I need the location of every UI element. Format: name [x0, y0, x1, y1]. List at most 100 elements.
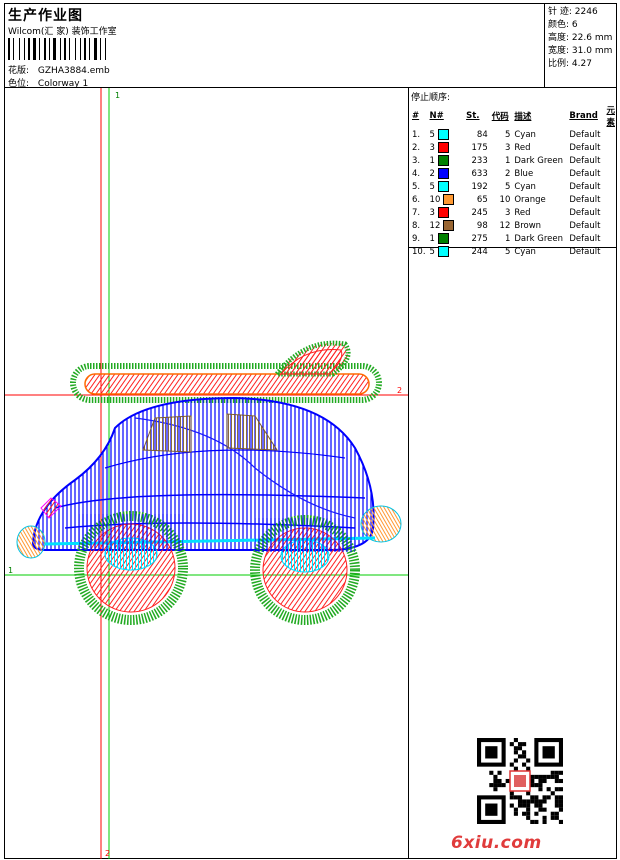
row-element	[604, 219, 617, 232]
page-title: 生产作业图	[8, 8, 83, 24]
color-swatch	[437, 129, 449, 140]
stop-sequence-title: 停止顺序:	[411, 93, 451, 103]
table-header-row: # N# St. 代码 描述 Brand 元素	[410, 104, 617, 128]
row-description: Orange	[514, 194, 546, 205]
row-needle: 3	[428, 141, 465, 154]
row-stitches: 65	[476, 194, 488, 205]
row-index: 10.	[412, 246, 426, 257]
table-row: 10. 5 244 5 Cyan Default	[410, 245, 617, 258]
row-code: 2	[504, 168, 511, 179]
table-row: 2. 3 175 3 Red Default	[410, 141, 617, 154]
color-swatch	[437, 155, 449, 166]
col-description: 描述	[514, 112, 532, 122]
col-code: 代码	[491, 112, 509, 122]
row-code: 3	[504, 207, 511, 218]
rear-wheel	[74, 511, 188, 625]
row-index: 9.	[412, 233, 421, 244]
row-stitches: 633	[471, 168, 488, 179]
design-scale: 比例: 4.27	[548, 59, 592, 69]
color-swatch	[443, 194, 455, 205]
row-index: 1.	[412, 129, 421, 140]
front-wheel	[250, 515, 360, 625]
row-stitches: 233	[471, 155, 488, 166]
stats-panel: 针 迹: 2246 颜色: 6 高度: 22.6 mm 宽度: 31.0 mm …	[545, 4, 617, 88]
row-stitches: 84	[476, 129, 488, 140]
table-row: 4. 2 633 2 Blue Default	[410, 167, 617, 180]
row-needle: 10	[428, 193, 465, 206]
row-description: Dark Green	[514, 233, 563, 244]
color-swatch	[437, 142, 449, 153]
guide-label-top: 1	[115, 91, 120, 100]
embroidery-preview: 1 2 1 2	[5, 88, 408, 859]
row-element	[604, 232, 617, 245]
barcode	[8, 38, 106, 60]
col-index: #	[412, 111, 420, 121]
color-swatch	[437, 181, 449, 192]
row-description: Red	[514, 142, 531, 153]
row-description: Cyan	[514, 181, 536, 192]
row-description: Cyan	[514, 246, 536, 257]
row-stitches: 245	[471, 207, 488, 218]
col-needle: N#	[429, 111, 444, 121]
row-code: 10	[499, 194, 511, 205]
row-brand: Default	[569, 207, 601, 218]
design-width: 宽度: 31.0 mm	[548, 46, 613, 56]
row-element	[604, 141, 617, 154]
design-canvas: 1 2 1 2	[5, 88, 409, 859]
row-index: 2.	[412, 142, 421, 153]
col-stitches: St.	[466, 111, 480, 121]
row-brand: Default	[569, 168, 601, 179]
row-element	[604, 154, 617, 167]
color-swatch	[437, 207, 449, 218]
row-brand: Default	[569, 129, 601, 140]
row-brand: Default	[569, 220, 601, 231]
row-code: 5	[504, 246, 511, 257]
roof-rack	[70, 340, 382, 403]
row-stitches: 192	[471, 181, 488, 192]
row-index: 7.	[412, 207, 421, 218]
col-element: 元素	[606, 106, 615, 128]
row-stitches: 244	[471, 246, 488, 257]
guide-label-right: 2	[397, 386, 402, 395]
row-element	[604, 193, 617, 206]
table-row: 3. 1 233 1 Dark Green Default	[410, 154, 617, 167]
row-element	[604, 245, 617, 258]
header-panel: 生产作业图 Wilcom(汇 家) 装饰工作室 花版: GZHA3884.emb…	[5, 4, 545, 89]
row-code: 3	[504, 142, 511, 153]
row-needle: 5	[428, 245, 465, 258]
row-stitches: 275	[471, 233, 488, 244]
color-count: 颜色: 6	[548, 20, 578, 30]
row-element	[604, 128, 617, 141]
guide-label-left: 1	[8, 566, 13, 575]
company-name: Wilcom(汇 家) 装饰工作室	[8, 27, 117, 37]
color-swatch	[437, 246, 449, 257]
col-brand: Brand	[569, 111, 598, 121]
row-needle: 3	[428, 206, 465, 219]
site-watermark: 6xiu.com	[451, 833, 542, 853]
row-brand: Default	[569, 155, 601, 166]
row-brand: Default	[569, 246, 601, 257]
row-index: 3.	[412, 155, 421, 166]
table-row: 9. 1 275 1 Dark Green Default	[410, 232, 617, 245]
table-row: 6. 10 65 10 Orange Default	[410, 193, 617, 206]
production-sheet: 生产作业图 Wilcom(汇 家) 装饰工作室 花版: GZHA3884.emb…	[4, 3, 617, 859]
row-code: 12	[499, 220, 511, 231]
color-swatch	[443, 220, 455, 231]
row-description: Blue	[514, 168, 534, 179]
row-needle: 1	[428, 232, 465, 245]
row-stitches: 175	[471, 142, 488, 153]
row-description: Cyan	[514, 129, 536, 140]
row-description: Dark Green	[514, 155, 563, 166]
row-element	[604, 167, 617, 180]
row-stitches: 98	[476, 220, 488, 231]
row-description: Red	[514, 207, 531, 218]
table-row: 8. 12 98 12 Brown Default	[410, 219, 617, 232]
row-code: 1	[504, 155, 511, 166]
row-brand: Default	[569, 181, 601, 192]
table-row: 1. 5 84 5 Cyan Default	[410, 128, 617, 141]
stop-sequence-panel: 停止顺序: # N# St. 代码 描述 Brand 元素 1. 5 84 5 Cya…	[409, 88, 617, 257]
stitch-count: 针 迹: 2246	[548, 7, 598, 17]
row-index: 8.	[412, 220, 421, 231]
row-brand: Default	[569, 233, 601, 244]
design-value: GZHA3884.emb	[37, 66, 110, 76]
